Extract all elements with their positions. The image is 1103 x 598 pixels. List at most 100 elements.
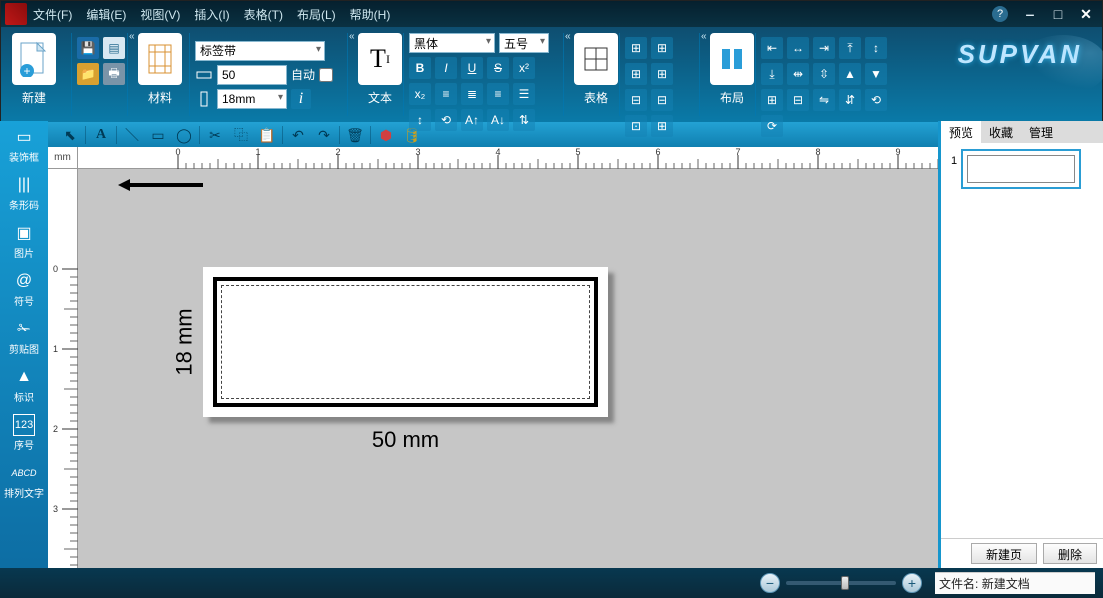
align-middle-button[interactable]: ↕ bbox=[865, 37, 887, 59]
info-button[interactable]: i bbox=[291, 89, 311, 109]
select-tool[interactable]: ⬉ bbox=[57, 123, 83, 147]
underline-button[interactable]: U bbox=[461, 57, 483, 79]
preview-thumbnail[interactable] bbox=[961, 149, 1081, 189]
layout-button[interactable]: 布局 bbox=[705, 33, 759, 106]
maximize-button[interactable]: □ bbox=[1046, 5, 1070, 23]
delete-page-button[interactable]: 删除 bbox=[1043, 543, 1097, 564]
left-tool-arrange-text[interactable]: ABCD排列文字 bbox=[0, 457, 48, 505]
delete-tool[interactable]: 🗑 bbox=[342, 123, 368, 147]
left-tool-frame[interactable]: ▭装饰框 bbox=[0, 121, 48, 169]
preset-combo[interactable]: 标签带 bbox=[195, 41, 325, 61]
align-bottom-button[interactable]: ⤓ bbox=[761, 63, 783, 85]
menu-file[interactable]: 文件(F) bbox=[33, 6, 72, 23]
tab-favorites[interactable]: 收藏 bbox=[981, 121, 1021, 143]
ellipse-tool[interactable]: ◯ bbox=[171, 123, 197, 147]
new-page-button[interactable]: 新建页 bbox=[971, 543, 1037, 564]
rotate-left-button[interactable]: ⟲ bbox=[865, 89, 887, 111]
menu-edit[interactable]: 编辑(E) bbox=[86, 6, 126, 23]
left-tool-barcode[interactable]: |||条形码 bbox=[0, 169, 48, 217]
insert-row-above-button[interactable]: ⊞ bbox=[625, 37, 647, 59]
bold-button[interactable]: B bbox=[409, 57, 431, 79]
flip-v-button[interactable]: ⇵ bbox=[839, 89, 861, 111]
print-button[interactable]: 🖶 bbox=[103, 63, 125, 85]
bring-front-button[interactable]: ▲ bbox=[839, 63, 861, 85]
close-button[interactable]: ✕ bbox=[1074, 5, 1098, 23]
distribute-h-button[interactable]: ⇹ bbox=[787, 63, 809, 85]
left-tool-sign[interactable]: ▲标识 bbox=[0, 361, 48, 409]
undo-tool[interactable]: ↶ bbox=[285, 123, 311, 147]
align-center-button[interactable]: ≣ bbox=[461, 83, 483, 105]
menu-view[interactable]: 视图(V) bbox=[140, 6, 180, 23]
menu-insert[interactable]: 插入(I) bbox=[194, 6, 229, 23]
label-object[interactable] bbox=[203, 267, 608, 417]
zoom-in-button[interactable]: + bbox=[902, 573, 922, 593]
redo-tool[interactable]: ↷ bbox=[311, 123, 337, 147]
align-center-h-button[interactable]: ↔ bbox=[787, 37, 809, 59]
tab-preview[interactable]: 预览 bbox=[941, 121, 981, 143]
vertical-text-button[interactable]: ↕ bbox=[409, 109, 431, 131]
cut-tool[interactable]: ✂ bbox=[202, 123, 228, 147]
minimize-button[interactable]: ‒ bbox=[1018, 5, 1042, 23]
align-left-button[interactable]: ≡ bbox=[435, 83, 457, 105]
insert-row-below-button[interactable]: ⊞ bbox=[651, 37, 673, 59]
left-tool-sequence[interactable]: 123序号 bbox=[0, 409, 48, 457]
menu-help[interactable]: 帮助(H) bbox=[350, 6, 391, 23]
height-combo[interactable]: 18mm bbox=[217, 89, 287, 109]
text-button[interactable]: TI 文本 bbox=[353, 33, 407, 106]
lock-tool[interactable]: ⬢ bbox=[373, 123, 399, 147]
delete-col-button[interactable]: ⊟ bbox=[651, 89, 673, 111]
left-tool-clipart[interactable]: ✁剪贴图 bbox=[0, 313, 48, 361]
insert-col-left-button[interactable]: ⊞ bbox=[625, 63, 647, 85]
open-button[interactable]: ▤ bbox=[103, 37, 125, 59]
rect-tool[interactable]: ▭ bbox=[145, 123, 171, 147]
width-input[interactable] bbox=[217, 65, 287, 85]
distribute-v-button[interactable]: ⇳ bbox=[813, 63, 835, 85]
menu-table[interactable]: 表格(T) bbox=[244, 6, 283, 23]
copy-tool[interactable]: ⿻ bbox=[228, 123, 254, 147]
delete-row-button[interactable]: ⊟ bbox=[625, 89, 647, 111]
new-button[interactable]: + 新建 bbox=[7, 33, 61, 106]
split-cells-button[interactable]: ⊞ bbox=[651, 115, 673, 137]
material-button[interactable]: 材料 bbox=[133, 33, 187, 106]
font-family-combo[interactable]: 黑体 bbox=[409, 33, 495, 53]
paste-tool[interactable]: 📋 bbox=[254, 123, 280, 147]
subscript-button[interactable]: x₂ bbox=[409, 83, 431, 105]
zoom-slider[interactable] bbox=[786, 581, 896, 585]
align-justify-button[interactable]: ☰ bbox=[513, 83, 535, 105]
tab-manage[interactable]: 管理 bbox=[1021, 121, 1061, 143]
rotate-right-button[interactable]: ⟳ bbox=[761, 115, 783, 137]
auto-checkbox[interactable] bbox=[319, 68, 333, 82]
align-top-button[interactable]: ⤒ bbox=[839, 37, 861, 59]
send-back-button[interactable]: ▼ bbox=[865, 63, 887, 85]
table-button[interactable]: 表格 bbox=[569, 33, 623, 106]
line-tool[interactable]: ＼ bbox=[119, 123, 145, 147]
italic-button[interactable]: I bbox=[435, 57, 457, 79]
insert-col-right-button[interactable]: ⊞ bbox=[651, 63, 673, 85]
preview-list: 1 bbox=[941, 143, 1103, 538]
menu-layout[interactable]: 布局(L) bbox=[297, 6, 336, 23]
save-button[interactable]: 💾 bbox=[77, 37, 99, 59]
left-tool-symbol[interactable]: @符号 bbox=[0, 265, 48, 313]
canvas-area[interactable]: 18 mm 50 mm bbox=[78, 169, 938, 568]
text-tool[interactable]: A bbox=[88, 123, 114, 147]
folder-button[interactable]: 📁 bbox=[77, 63, 99, 85]
increase-font-button[interactable]: A↑ bbox=[461, 109, 483, 131]
help-icon[interactable]: ? bbox=[992, 6, 1008, 22]
flip-h-button[interactable]: ⇋ bbox=[813, 89, 835, 111]
font-size-combo[interactable]: 五号 bbox=[499, 33, 549, 53]
align-right-obj-button[interactable]: ⇥ bbox=[813, 37, 835, 59]
zoom-out-button[interactable]: − bbox=[760, 573, 780, 593]
left-tool-image[interactable]: ▣图片 bbox=[0, 217, 48, 265]
strike-button[interactable]: S bbox=[487, 57, 509, 79]
zoom-thumb[interactable] bbox=[841, 576, 849, 590]
line-spacing-button[interactable]: ⇅ bbox=[513, 109, 535, 131]
decrease-font-button[interactable]: A↓ bbox=[487, 109, 509, 131]
align-right-button[interactable]: ≡ bbox=[487, 83, 509, 105]
ungroup-button[interactable]: ⊟ bbox=[787, 89, 809, 111]
merge-cells-button[interactable]: ⊡ bbox=[625, 115, 647, 137]
align-left-obj-button[interactable]: ⇤ bbox=[761, 37, 783, 59]
group-button[interactable]: ⊞ bbox=[761, 89, 783, 111]
folder-icon: 📁 bbox=[81, 67, 96, 81]
superscript-button[interactable]: x² bbox=[513, 57, 535, 79]
rotate-text-button[interactable]: ⟲ bbox=[435, 109, 457, 131]
